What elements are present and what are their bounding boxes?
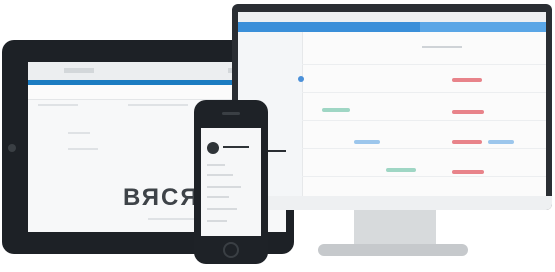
- monitor-row-divider: [302, 120, 546, 121]
- monitor-chin: [232, 196, 552, 210]
- phone-pointer-line: [268, 150, 286, 152]
- phone-menu-line: [207, 196, 229, 198]
- phone-screen: [201, 128, 261, 236]
- monitor-status-pill-green: [386, 168, 416, 172]
- phone-menu-line: [207, 208, 237, 210]
- monitor-row-divider: [302, 176, 546, 177]
- tablet-text-line: [128, 104, 188, 106]
- phone-title-line: [223, 146, 249, 148]
- tablet-text-line: [38, 104, 78, 106]
- monitor-row-divider: [302, 64, 546, 65]
- monitor-row-divider: [302, 148, 546, 149]
- tablet-text-line: [68, 132, 90, 134]
- phone-avatar: [207, 142, 219, 154]
- tablet-logo-placeholder: [64, 68, 94, 73]
- monitor-status-dot: [298, 76, 304, 82]
- monitor-status-pill-red: [452, 78, 482, 82]
- phone-device: [194, 100, 268, 264]
- monitor-stand-base: [318, 244, 468, 256]
- monitor-status-pill-blue: [488, 140, 514, 144]
- monitor-status-pill-red: [452, 110, 484, 114]
- monitor-status-pill-blue: [354, 140, 380, 144]
- phone-menu-line: [207, 220, 227, 222]
- phone-home-button: [223, 242, 239, 258]
- tablet-camera: [8, 144, 16, 152]
- monitor-header-line: [422, 46, 462, 48]
- phone-menu-line: [207, 186, 241, 188]
- monitor-title-bar: [238, 12, 546, 22]
- monitor-status-pill-green: [322, 108, 350, 112]
- monitor-stand-neck: [354, 210, 436, 246]
- phone-menu-line: [207, 174, 233, 176]
- monitor-screen: [238, 12, 546, 196]
- tablet-text-line: [68, 148, 98, 150]
- desktop-monitor: [232, 4, 552, 210]
- monitor-nav-active-section: [420, 22, 546, 32]
- phone-menu-line: [207, 164, 225, 166]
- monitor-status-pill-red: [452, 140, 482, 144]
- monitor-row-divider: [302, 92, 546, 93]
- monitor-status-pill-red: [452, 170, 484, 174]
- phone-speaker: [222, 112, 240, 115]
